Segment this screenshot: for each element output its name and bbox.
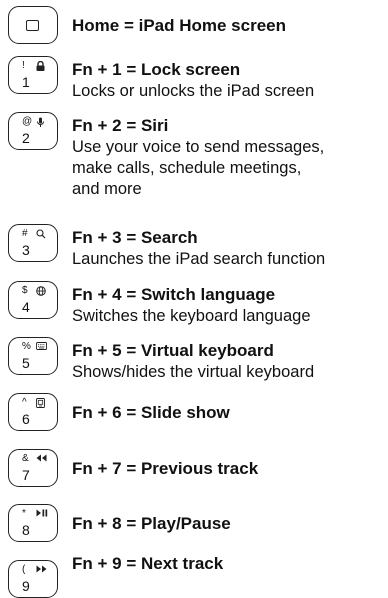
key-top-symbol: & [22,453,29,464]
fn-5-key: % 5 [8,337,58,375]
shortcut-description: Switches the keyboard language [72,307,311,325]
key-top-symbol: % [22,341,31,352]
fn-9-key: ( 9 [8,560,58,598]
key-bottom-symbol: 9 [22,578,30,594]
shortcut-title: Fn + 5 = Virtual keyboard [72,341,274,360]
shortcut-description: Use your voice to send messages, make ca… [72,137,324,200]
next-track-icon [36,565,47,576]
key-bottom-symbol: 2 [22,130,30,146]
shortcut-description: Locks or unlocks the iPad screen [72,82,315,100]
search-icon [36,229,46,242]
home-key [8,6,58,44]
shortcut-title: Fn + 2 = Siri [72,116,169,135]
fn-7-key: & 7 [8,449,58,487]
lock-icon [36,60,45,74]
slideshow-icon [36,398,45,411]
key-top-symbol: * [22,508,26,519]
fn-3-key: # 3 [8,224,58,262]
shortcut-title: Fn + 8 = Play/Pause [72,514,231,533]
key-top-symbol: # [22,228,28,239]
desc-line: Use your voice to send messages, [72,138,325,156]
key-bottom-symbol: 6 [22,411,30,427]
fn-6-key: ^ 6 [8,393,58,431]
shortcut-description: Shows/hides the virtual keyboard [72,363,315,381]
play-pause-icon [36,509,48,520]
key-top-symbol: @ [22,116,33,127]
key-bottom-symbol: 1 [22,74,30,90]
microphone-icon [36,117,45,131]
key-top-symbol: $ [22,285,28,296]
shortcut-description: Launches the iPad search function [72,250,326,268]
fn-8-key: * 8 [8,504,58,542]
desc-line: and more [72,180,142,198]
shortcut-title: Fn + 3 = Search [72,228,198,247]
shortcut-title: Fn + 4 = Switch language [72,285,276,304]
desc-line: make calls, schedule meetings, [72,159,302,177]
shortcut-title: Fn + 7 = Previous track [72,459,259,478]
keyboard-icon [36,342,47,353]
shortcut-title: Fn + 1 = Lock screen [72,60,241,79]
previous-track-icon [36,454,47,465]
globe-icon [36,286,46,299]
key-bottom-symbol: 4 [22,299,30,315]
fn-1-key: ! 1 [8,56,58,94]
key-top-symbol: ! [22,60,25,71]
shortcut-title: Fn + 9 = Next track [72,554,224,573]
shortcut-title: Fn + 6 = Slide show [72,403,230,422]
key-top-symbol: ( [22,564,26,575]
key-top-symbol: ^ [22,397,27,408]
key-bottom-symbol: 3 [22,242,30,258]
key-bottom-symbol: 8 [22,522,30,538]
key-bottom-symbol: 7 [22,467,30,483]
fn-4-key: $ 4 [8,281,58,319]
fn-2-key: @ 2 [8,112,58,150]
key-bottom-symbol: 5 [22,355,30,371]
home-square-icon [26,20,39,31]
shortcut-title: Home = iPad Home screen [72,16,287,35]
